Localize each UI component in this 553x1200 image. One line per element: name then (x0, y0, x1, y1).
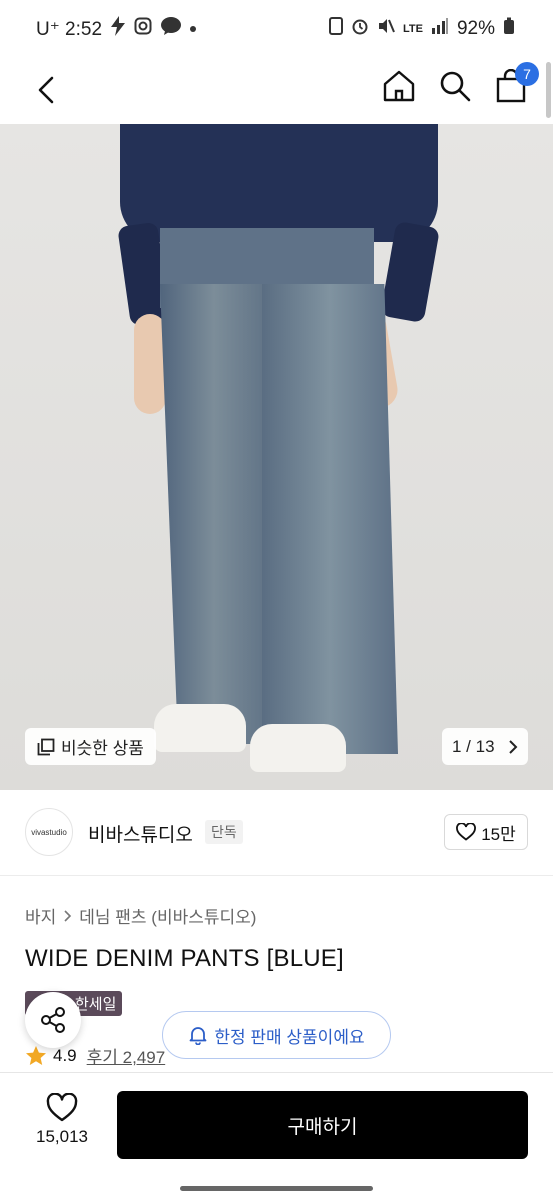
bottom-action-bar: 15,013 구매하기 (0, 1072, 553, 1176)
search-button[interactable] (435, 64, 475, 108)
similar-products-button[interactable]: 비슷한 상품 (25, 728, 156, 765)
carrier-time: U⁺ 2:52 (36, 18, 103, 40)
nfc-icon (329, 17, 343, 41)
copy-icon (37, 738, 55, 755)
notification-dot-icon (190, 26, 197, 32)
image-counter: 1 / 13 (452, 736, 495, 756)
brand-like-count: 15만 (481, 824, 516, 844)
brand-logo[interactable]: vivastudio (25, 808, 73, 856)
home-icon (383, 70, 415, 102)
product-title: WIDE DENIM PANTS [BLUE] (25, 945, 344, 972)
chevron-right-icon (509, 739, 518, 754)
mute-icon (377, 17, 395, 41)
hand-left (134, 314, 166, 414)
status-bar: U⁺ 2:52 LTE 92% (0, 0, 553, 58)
wishlist-count: 15,013 (36, 1127, 88, 1146)
review-link[interactable]: 후기 2,497 (87, 1043, 166, 1068)
nav-actions: 7 (379, 62, 539, 108)
sneaker-left (154, 704, 246, 752)
signal-icon (431, 18, 449, 40)
home-button[interactable] (379, 64, 419, 108)
sneaker-right (250, 724, 346, 772)
cart-count-badge: 7 (515, 62, 539, 86)
search-icon (440, 71, 471, 102)
battery-level: 92% (456, 18, 495, 39)
sweater-shape (120, 124, 438, 242)
top-nav: 7 (0, 58, 553, 124)
bell-icon (189, 1027, 207, 1045)
heart-icon (456, 823, 477, 841)
limited-sale-banner: 한정 판매 상품이에요 (162, 1011, 391, 1059)
instagram-icon (134, 17, 152, 41)
limited-sale-label: 한정 판매 상품이에요 (214, 1027, 365, 1047)
scrollbar[interactable] (546, 62, 551, 118)
image-counter-button[interactable]: 1 / 13 (442, 728, 528, 765)
lightning-icon (110, 16, 126, 42)
heart-icon (46, 1093, 78, 1122)
share-icon (41, 1007, 65, 1033)
share-button[interactable] (25, 992, 81, 1048)
buy-button-label: 구매하기 (287, 1116, 358, 1138)
product-image[interactable] (0, 124, 553, 790)
rating-score: 4.9 (53, 1045, 77, 1065)
alarm-icon (351, 17, 369, 41)
jeans-leg-right (262, 284, 398, 754)
star-icon (26, 1045, 46, 1065)
brand-like-button[interactable]: 15만 (444, 814, 528, 850)
brand-name[interactable]: 비바스튜디오 (88, 820, 193, 847)
chevron-left-icon (38, 76, 54, 104)
breadcrumb-subcategory[interactable]: 데님 팬츠 (비바스튜디오) (79, 903, 256, 928)
talk-icon (160, 16, 182, 42)
breadcrumb-category[interactable]: 바지 (25, 903, 56, 928)
cart-button[interactable]: 7 (491, 62, 539, 108)
lte-label: LTE (403, 23, 423, 35)
home-indicator[interactable] (180, 1186, 373, 1191)
exclusive-tag: 단독 (205, 820, 243, 844)
breadcrumb: 바지 데님 팬츠 (비바스튜디오) (25, 903, 256, 928)
buy-button[interactable]: 구매하기 (117, 1091, 528, 1159)
wishlist-button[interactable]: 15,013 (22, 1093, 102, 1161)
status-right: LTE 92% (329, 17, 515, 41)
status-left: U⁺ 2:52 (36, 16, 197, 42)
sale-badge-label: 한세일 (75, 996, 117, 1013)
battery-icon (503, 17, 515, 41)
chevron-right-icon (64, 909, 72, 922)
brand-row: vivastudio 비바스튜디오 단독 15만 (0, 790, 553, 876)
back-button[interactable] (26, 70, 66, 110)
similar-products-label: 비슷한 상품 (61, 739, 144, 758)
brand-logo-text: vivastudio (31, 827, 67, 837)
